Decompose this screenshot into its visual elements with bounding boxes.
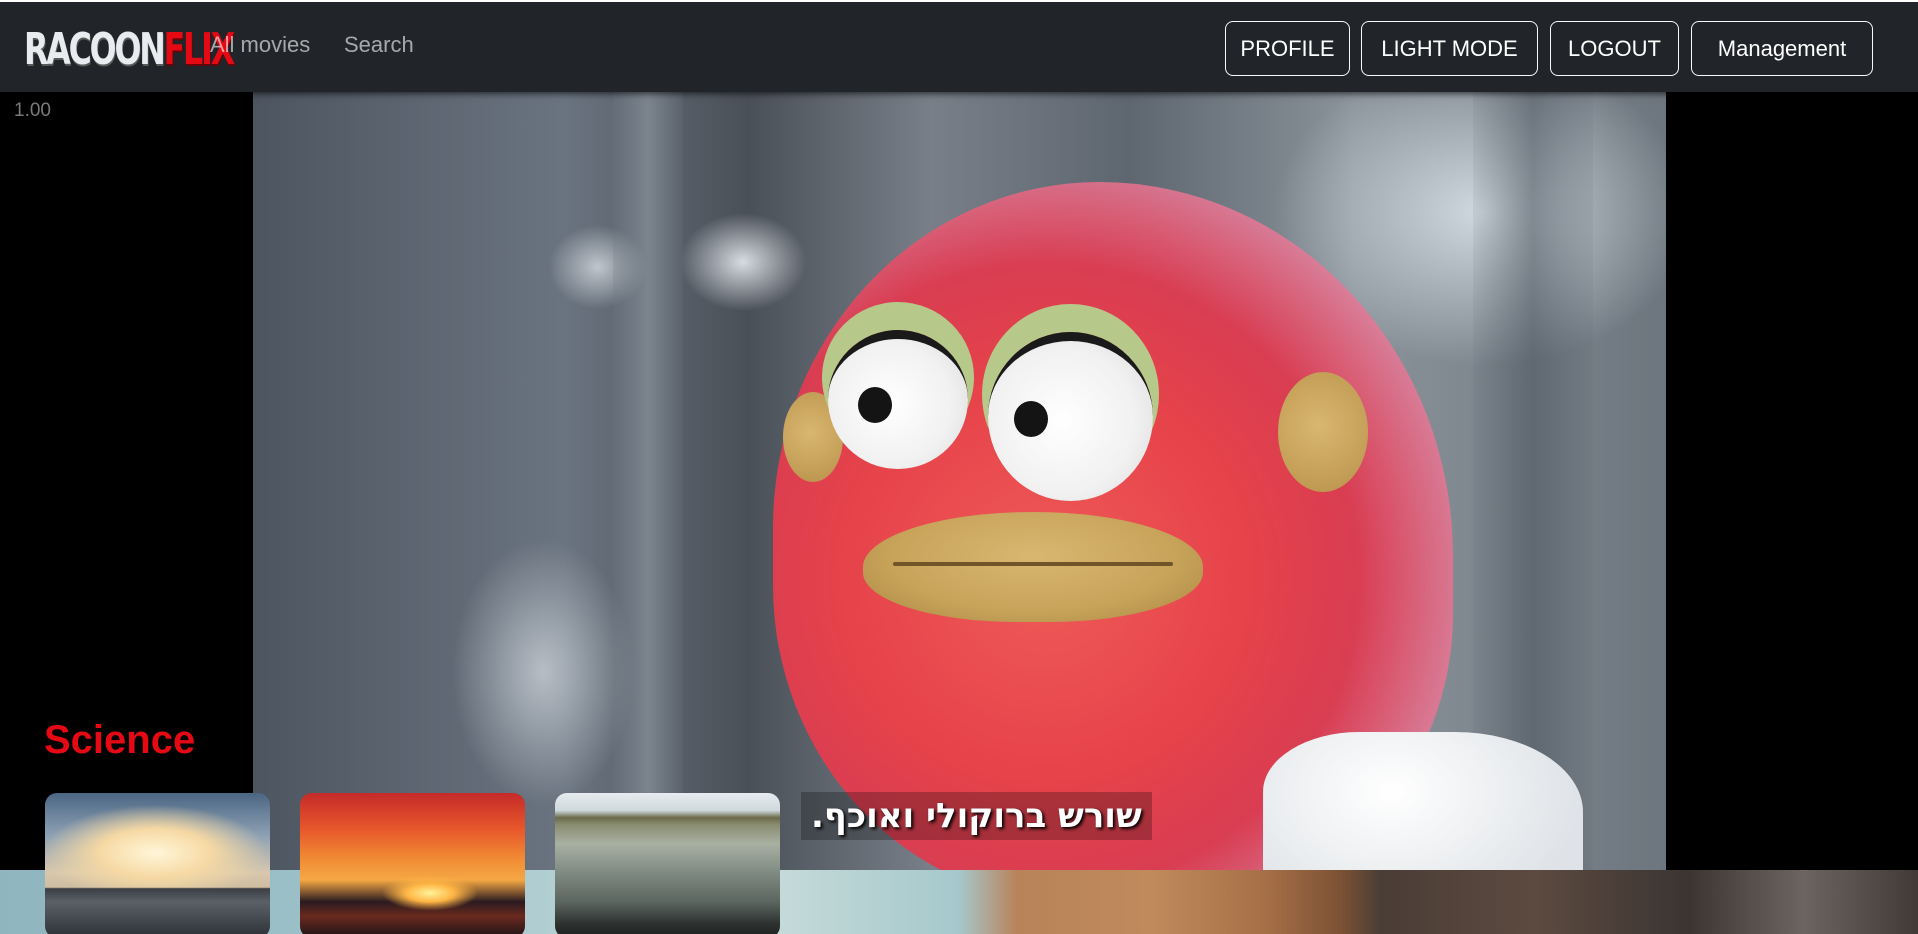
logout-button[interactable]: LOGOUT — [1550, 21, 1679, 76]
category-title: Science — [44, 718, 196, 762]
movie-thumbnail-city[interactable] — [45, 793, 270, 934]
movie-thumbnail-sunset[interactable] — [300, 793, 525, 934]
puppet-ear-right — [1278, 372, 1368, 492]
puppet-mouth-line — [893, 562, 1173, 566]
navbar: RACOON FLIX All movies Search PROFILE LIG… — [0, 0, 1918, 92]
video-player[interactable]: שורש ברוקולי ואוכף. — [253, 92, 1666, 870]
racoonflix-logo[interactable]: RACOON FLIX — [24, 24, 235, 76]
puppet-pupil-left — [858, 387, 892, 423]
movie-thumbnail-field[interactable] — [555, 793, 780, 934]
puppet-eye-right — [988, 332, 1153, 501]
light-mode-button[interactable]: LIGHT MODE — [1361, 21, 1538, 76]
profile-button[interactable]: PROFILE — [1225, 21, 1350, 76]
page: RACOON FLIX All movies Search PROFILE LIG… — [0, 0, 1918, 934]
hero-background-strip — [0, 870, 1918, 934]
puppet-eye-left — [828, 330, 968, 469]
logo-racoon-text: RACOON — [24, 24, 166, 75]
management-button[interactable]: Management — [1691, 21, 1873, 76]
nav-link-search[interactable]: Search — [344, 32, 414, 58]
puppet-lab-coat — [1263, 732, 1583, 870]
playback-rate-indicator: 1.00 — [14, 100, 51, 121]
video-subtitle: שורש ברוקולי ואוכף. — [801, 792, 1152, 840]
nav-link-all-movies[interactable]: All movies — [210, 32, 310, 58]
puppet-mouth — [863, 512, 1203, 622]
background-pillar — [613, 92, 683, 870]
puppet-pupil-right — [1014, 401, 1048, 437]
